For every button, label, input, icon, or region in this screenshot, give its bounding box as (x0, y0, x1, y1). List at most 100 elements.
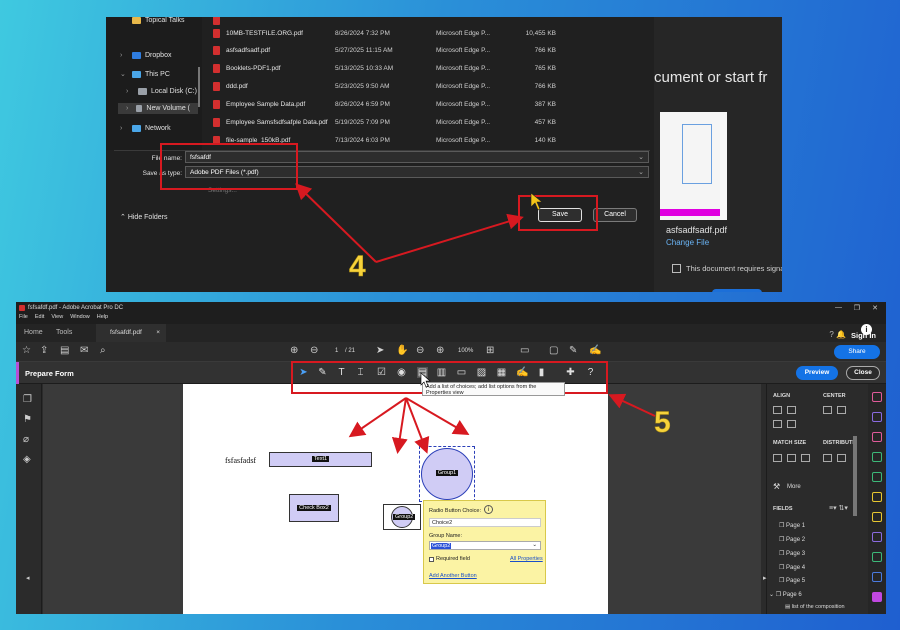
sort-icon[interactable]: ≡▾ ⇅▾ (829, 504, 848, 512)
tab-tools[interactable]: Tools (56, 329, 72, 336)
sign-icon[interactable]: ✍ (589, 346, 601, 356)
all-properties-link[interactable]: All Properties (510, 556, 543, 562)
nav-item-dropbox[interactable]: › Dropbox (120, 52, 171, 59)
create-pdf-icon[interactable] (872, 432, 882, 442)
menu-view[interactable]: View (51, 314, 63, 320)
search-icon[interactable]: ⌕ (100, 346, 106, 356)
text-field-text1[interactable]: Text1 (269, 452, 372, 467)
hide-folders-toggle[interactable]: ⌃ Hide Folders (120, 213, 168, 221)
collapse-panel-icon[interactable]: ▸ (763, 574, 767, 582)
radio-field-group1[interactable]: Group1 (421, 448, 473, 500)
center-h-icon[interactable] (823, 406, 832, 414)
nav-item-local-disk[interactable]: › Local Disk (C:) (126, 88, 197, 95)
field-item[interactable]: ▤ list of the composition (785, 604, 845, 610)
fields-scrollbar[interactable] (853, 436, 857, 516)
edit-pdf-icon[interactable] (872, 412, 882, 422)
choice-input[interactable]: Choice2 (429, 518, 541, 527)
nav-item-network[interactable]: › Network (120, 125, 171, 132)
tab-home[interactable]: Home (24, 329, 43, 336)
menu-edit[interactable]: Edit (35, 314, 44, 320)
layers-icon[interactable]: ◈ (23, 454, 31, 465)
field-page-6[interactable]: ⌄ ❐ Page 6 (769, 591, 802, 598)
distribute-h-icon[interactable] (823, 454, 832, 462)
required-field-checkbox[interactable]: Required field (429, 556, 470, 562)
close-form-button[interactable]: Close (846, 366, 880, 380)
match-height-icon[interactable] (787, 454, 796, 462)
field-page-3[interactable]: ❐ Page 3 (779, 550, 805, 557)
prepare-form-icon[interactable] (872, 592, 882, 602)
continue-button[interactable] (712, 289, 762, 292)
align-bottom-icon[interactable] (787, 420, 796, 428)
scan-icon[interactable] (872, 552, 882, 562)
zoom-out-icon[interactable]: ⊖ (416, 346, 424, 356)
checkbox-field[interactable]: Check Box2 (289, 494, 339, 522)
field-page-1[interactable]: ❐ Page 1 (779, 522, 805, 529)
menu-file[interactable]: File (19, 314, 28, 320)
upload-icon[interactable]: ⇪ (40, 346, 48, 356)
nav-item-new-volume[interactable]: › New Volume ( (118, 103, 198, 114)
nav-scrollbar[interactable] (198, 67, 200, 107)
fill-sign-icon[interactable] (872, 532, 882, 542)
minimize-icon[interactable]: — (835, 304, 842, 311)
file-row[interactable]: Employee Samsfsdfsafple Data.pdf 5/19/202… (209, 115, 556, 131)
radio-field-group2[interactable]: Group2 (383, 504, 421, 530)
next-page-icon[interactable]: ⊖ (310, 346, 318, 356)
highlight-tool-icon[interactable]: ▭ (520, 346, 529, 356)
tab-document[interactable]: fsfsafdf.pdf × (96, 324, 166, 342)
attachment-icon[interactable]: ⌀ (23, 434, 29, 445)
bookmark-icon[interactable]: ⚑ (23, 414, 32, 425)
match-width-icon[interactable] (773, 454, 782, 462)
maximize-icon[interactable]: ❐ (854, 304, 860, 312)
file-row[interactable]: Booklets-PDF1.pdf 5/13/2025 10:33 AM Micro… (209, 61, 556, 77)
zoom-in-icon[interactable]: ⊕ (436, 346, 444, 356)
align-left-icon[interactable] (773, 406, 782, 414)
close-window-icon[interactable]: ✕ (872, 304, 878, 312)
nav-item-this-pc[interactable]: ⌄ This PC (120, 70, 170, 78)
prev-page-icon[interactable]: ⊕ (290, 346, 298, 356)
align-right-icon[interactable] (787, 406, 796, 414)
field-page-4[interactable]: ❐ Page 4 (779, 564, 805, 571)
file-row[interactable]: Employee Sample Data.pdf 8/26/2024 6:59 P… (209, 97, 556, 113)
export-pdf-icon[interactable] (872, 392, 882, 402)
hand-tool-icon[interactable]: ✋ (396, 346, 408, 356)
align-top-icon[interactable] (773, 420, 782, 428)
protect-icon[interactable] (872, 572, 882, 582)
zoom-level[interactable]: 100% (458, 348, 473, 354)
share-button[interactable]: Share (834, 345, 880, 359)
change-file-link[interactable]: Change File (666, 238, 709, 247)
more-button[interactable]: More (787, 484, 801, 490)
pen-icon[interactable]: ✎ (569, 346, 577, 356)
comment-icon[interactable]: ▢ (549, 346, 558, 356)
print-icon[interactable]: ▤ (60, 346, 69, 356)
sign-in-button[interactable]: Sign In (851, 331, 876, 340)
field-page-2[interactable]: ❐ Page 2 (779, 536, 805, 543)
star-icon[interactable]: ☆ (22, 346, 31, 356)
fit-page-icon[interactable]: ⊞ (486, 346, 494, 356)
select-tool-icon[interactable]: ➤ (376, 346, 384, 356)
comment-tool-icon[interactable] (872, 492, 882, 502)
distribute-v-icon[interactable] (837, 454, 846, 462)
match-both-icon[interactable] (801, 454, 810, 462)
more-tools-icon[interactable]: ⚒ (773, 482, 780, 491)
group-name-select[interactable]: Group2 ⌄ (429, 541, 541, 550)
field-page-5[interactable]: ❐ Page 5 (779, 577, 805, 584)
add-another-button-link[interactable]: Add Another Button (429, 573, 477, 579)
close-tab-icon[interactable]: × (156, 329, 160, 336)
file-row[interactable]: 10MB-TESTFILE.ORG.pdf 8/26/2024 7:32 PM Mi… (209, 26, 556, 42)
combine-icon[interactable] (872, 452, 882, 462)
nav-item-topical-talks[interactable]: Topical Talks (120, 17, 185, 24)
center-v-icon[interactable] (837, 406, 846, 414)
expand-left-icon[interactable]: ◂ (26, 574, 30, 582)
cancel-button[interactable]: Cancel (593, 208, 637, 222)
organize-icon[interactable] (872, 472, 882, 482)
pages-icon[interactable]: ❐ (23, 394, 32, 405)
chevron-down-icon[interactable]: ⌄ (638, 153, 644, 161)
help-icon[interactable]: ? 🔔 (829, 330, 846, 339)
menu-window[interactable]: Window (70, 314, 90, 320)
preview-button[interactable]: Preview (796, 366, 838, 380)
stamp-icon[interactable] (872, 512, 882, 522)
email-icon[interactable]: ✉ (80, 346, 88, 356)
info-icon[interactable]: i (484, 505, 493, 514)
file-row[interactable]: asfsadfsadf.pdf 5/27/2025 11:15 AM Microso… (209, 43, 556, 59)
menu-help[interactable]: Help (97, 314, 108, 320)
